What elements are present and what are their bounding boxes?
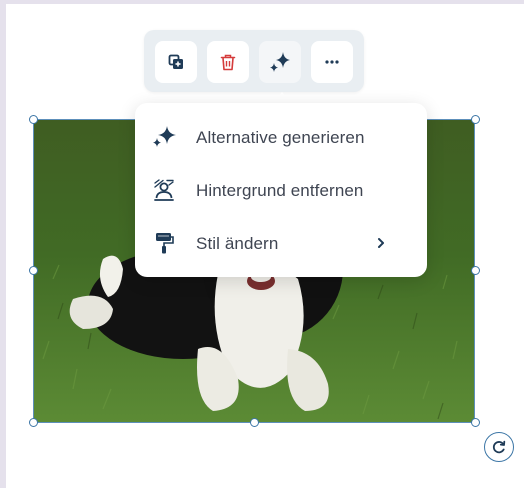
menu-item-generate-alternative[interactable]: Alternative generieren [135, 112, 427, 162]
resize-handle-bottom-middle[interactable] [250, 418, 259, 427]
resize-handle-top-right[interactable] [471, 115, 480, 124]
menu-item-label: Alternative generieren [196, 128, 365, 147]
delete-button[interactable] [207, 41, 249, 83]
more-options-button[interactable] [311, 41, 353, 83]
canvas-frame-top [0, 0, 524, 4]
resize-handle-bottom-left[interactable] [29, 418, 38, 427]
more-icon [325, 60, 339, 64]
menu-item-label: Hintergrund entfernen [196, 181, 364, 200]
resize-handle-bottom-right[interactable] [471, 418, 480, 427]
sparkle-icon [151, 125, 177, 149]
sparkle-icon [270, 52, 290, 72]
duplicate-button[interactable] [155, 41, 197, 83]
ai-tools-button[interactable] [259, 41, 301, 83]
rotate-icon [492, 440, 506, 454]
resize-handle-middle-right[interactable] [471, 266, 480, 275]
resize-handle-middle-left[interactable] [29, 266, 38, 275]
remove-background-icon [151, 178, 177, 202]
menu-pointer [275, 92, 289, 100]
menu-item-label: Stil ändern [196, 234, 279, 253]
canvas-frame-left [0, 0, 6, 488]
rotate-button[interactable] [484, 432, 514, 462]
ai-tools-menu: Alternative generieren Hintergrund entfe… [135, 103, 427, 277]
image-toolbar [144, 30, 364, 92]
chevron-right-icon [371, 233, 391, 253]
trash-icon [220, 54, 236, 70]
duplicate-icon [168, 54, 183, 69]
resize-handle-top-left[interactable] [29, 115, 38, 124]
paint-roller-icon [151, 231, 177, 255]
menu-item-change-style[interactable]: Stil ändern [135, 218, 427, 268]
menu-item-remove-background[interactable]: Hintergrund entfernen [135, 165, 427, 215]
